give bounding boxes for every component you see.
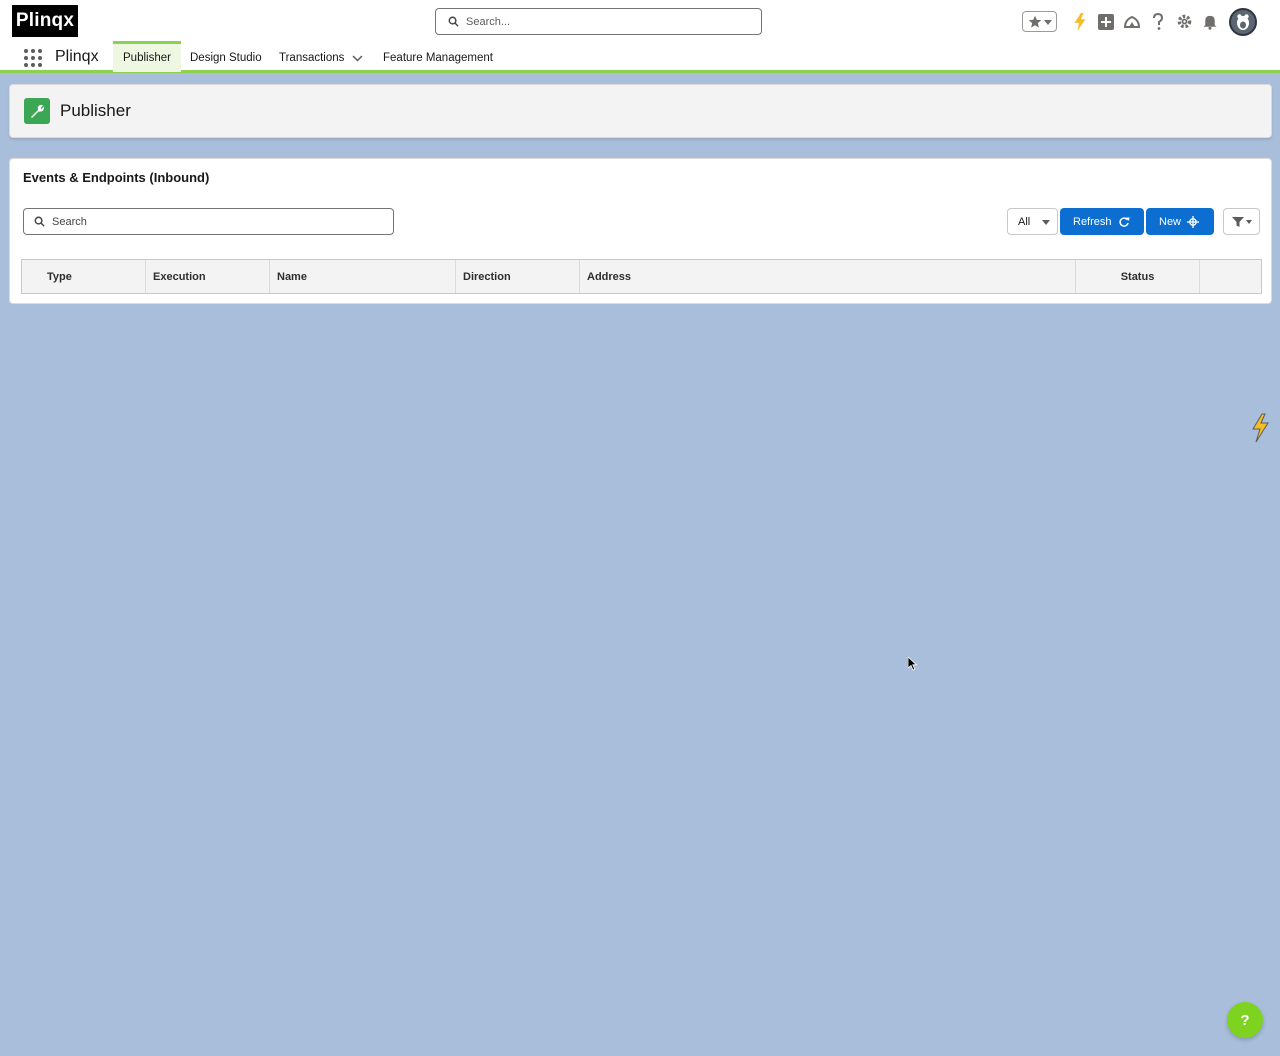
tab-label: Transactions (279, 52, 345, 64)
column-header-address[interactable]: Address (580, 260, 1076, 293)
column-label: Direction (463, 270, 511, 283)
tab-feature-management[interactable]: Feature Management (383, 43, 493, 73)
trailhead-icon[interactable] (1119, 9, 1145, 35)
add-icon[interactable] (1093, 9, 1119, 35)
add-target-icon (1187, 215, 1200, 228)
help-icon[interactable] (1145, 9, 1171, 35)
refresh-button-label: Refresh (1073, 215, 1112, 228)
global-search-input[interactable]: Search... (435, 8, 762, 35)
bell-icon[interactable] (1197, 9, 1223, 35)
card-title: Events & Endpoints (Inbound) (23, 170, 210, 185)
tab-publisher[interactable]: Publisher (113, 41, 181, 72)
star-icon (1028, 15, 1041, 28)
user-avatar[interactable] (1229, 7, 1257, 36)
global-search-placeholder: Search... (466, 15, 511, 28)
help-chat-label: ? (1240, 1011, 1250, 1029)
filter-select[interactable]: All (1007, 208, 1058, 235)
new-button[interactable]: New (1146, 208, 1214, 235)
refresh-button[interactable]: Refresh (1060, 208, 1144, 235)
column-header-type[interactable]: Type (22, 260, 146, 293)
list-filter-button[interactable] (1223, 208, 1260, 235)
app-name: Plinqx (55, 48, 99, 65)
app-logo[interactable]: Plinqx (12, 5, 78, 37)
help-chat-button[interactable]: ? (1227, 1002, 1263, 1038)
column-label: Execution (153, 270, 206, 283)
app-launcher-icon[interactable] (24, 49, 42, 67)
column-label: Address (587, 270, 632, 283)
search-icon (448, 16, 459, 27)
column-header-status[interactable]: Status (1076, 260, 1200, 293)
lightning-icon[interactable] (1067, 9, 1093, 35)
new-button-label: New (1159, 215, 1182, 228)
page-header: Publisher (9, 84, 1272, 138)
list-search-input[interactable]: Search (23, 208, 394, 235)
chevron-down-icon (1042, 220, 1050, 225)
column-header-actions (1200, 260, 1261, 293)
favorites-button[interactable] (1022, 11, 1057, 32)
column-header-execution[interactable]: Execution (146, 260, 270, 293)
chevron-down-icon (1043, 19, 1052, 25)
refresh-icon (1118, 216, 1130, 228)
avatar-icon (1237, 13, 1249, 30)
column-header-direction[interactable]: Direction (456, 260, 580, 293)
mouse-cursor-icon (907, 656, 918, 671)
global-header: Plinqx Search... (0, 0, 1280, 43)
lightning-icon[interactable] (1250, 413, 1270, 443)
events-table-header: Type Execution Name Direction Address St… (21, 259, 1262, 294)
list-search-placeholder: Search (52, 215, 87, 228)
events-endpoints-card: Events & Endpoints (Inbound) Search All … (9, 158, 1272, 304)
header-utility-icons (1022, 6, 1257, 37)
column-label: Name (277, 270, 307, 283)
search-icon (34, 216, 45, 227)
column-label: Status (1120, 270, 1155, 283)
column-label: Type (47, 270, 72, 283)
filter-icon (1231, 216, 1244, 227)
chevron-down-icon (1245, 219, 1252, 224)
chevron-down-icon[interactable] (352, 54, 363, 62)
app-navigation: Plinqx Publisher Design Studio Transacti… (0, 41, 1280, 73)
tab-label: Design Studio (190, 52, 262, 64)
tab-label: Feature Management (383, 52, 493, 64)
gear-icon[interactable] (1171, 9, 1197, 35)
tab-transactions[interactable]: Transactions (279, 43, 363, 73)
wrench-icon (24, 98, 50, 124)
tab-design-studio[interactable]: Design Studio (190, 43, 262, 73)
column-header-name[interactable]: Name (270, 260, 456, 293)
page-title: Publisher (60, 101, 131, 120)
filter-select-value: All (1018, 215, 1031, 228)
tab-label: Publisher (123, 52, 171, 64)
